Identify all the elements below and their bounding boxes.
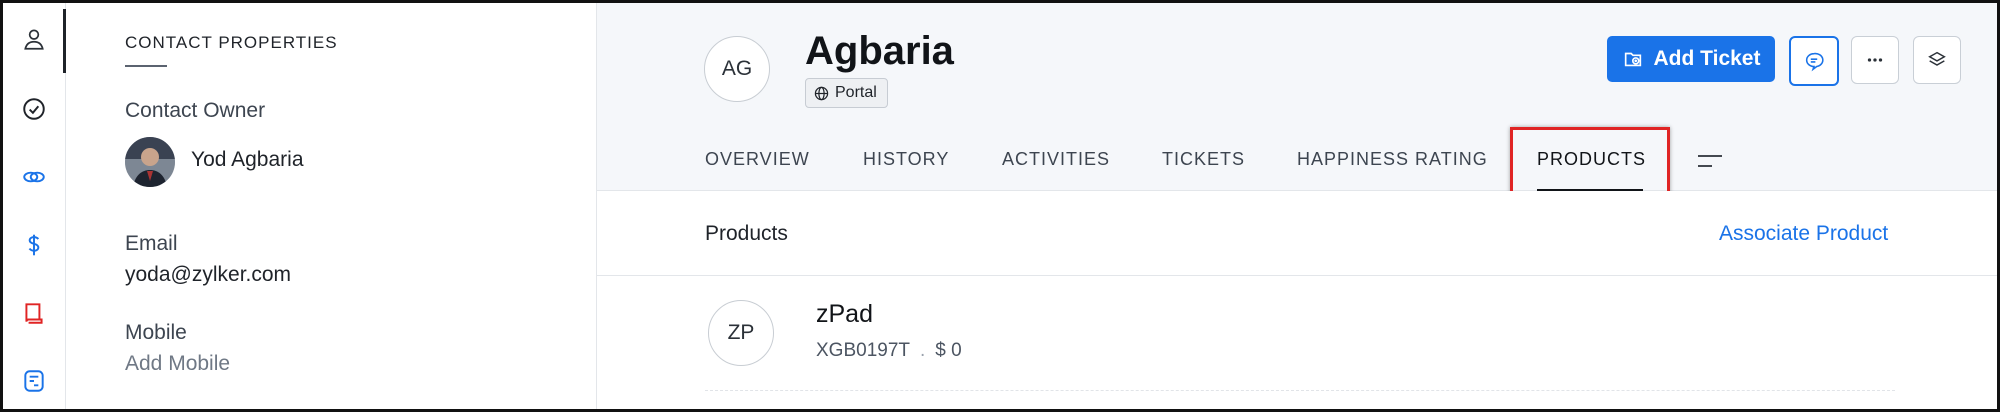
tab-overview[interactable]: OVERVIEW [705, 149, 810, 170]
channel-label: Portal [835, 84, 877, 101]
link-icon [23, 171, 45, 183]
person-icon [24, 29, 44, 50]
layers-icon [1928, 51, 1946, 66]
tab-history[interactable]: HISTORY [863, 149, 949, 170]
contact-header: AG Agbaria Portal Add Ticket OVERVIEW HI… [597, 3, 1997, 191]
owner-photo-icon [125, 137, 175, 187]
list-item[interactable]: ZP zPad XGB0197T. $ 0 [597, 276, 1997, 409]
dollar-icon [28, 234, 40, 256]
add-mobile-field[interactable]: Add Mobile [125, 352, 230, 376]
contact-properties-panel: CONTACT PROPERTIES Contact Owner Yod Agb… [66, 3, 597, 409]
tab-tickets[interactable]: TICKETS [1162, 149, 1245, 170]
panel-title: CONTACT PROPERTIES [125, 33, 338, 52]
icon-rail [3, 3, 66, 409]
product-avatar: ZP [708, 300, 774, 366]
row-divider [705, 390, 1895, 391]
add-ticket-button[interactable]: Add Ticket [1607, 36, 1775, 82]
product-meta: XGB0197T. $ 0 [816, 340, 962, 362]
rail-deals[interactable] [3, 215, 65, 275]
associate-product-link[interactable]: Associate Product [1719, 222, 1888, 246]
contact-name: Agbaria [805, 29, 954, 73]
rail-contacts[interactable] [3, 9, 66, 73]
meta-separator: . [920, 340, 926, 361]
add-ticket-icon [1624, 52, 1641, 67]
layers-button[interactable] [1913, 36, 1961, 84]
add-ticket-label: Add Ticket [1653, 47, 1761, 70]
main-content: AG Agbaria Portal Add Ticket OVERVIEW HI… [597, 3, 1997, 409]
ellipsis-icon [1867, 58, 1883, 62]
tab-happiness-rating[interactable]: HAPPINESS RATING [1297, 149, 1488, 170]
route-icon [24, 370, 44, 392]
rail-links[interactable] [3, 147, 65, 207]
contact-avatar[interactable]: AG [704, 36, 770, 102]
products-section-header: Products Associate Product [597, 191, 1997, 276]
globe-icon [814, 86, 829, 100]
book-icon [25, 303, 43, 324]
product-name[interactable]: zPad [816, 300, 873, 329]
more-tabs-icon[interactable] [1697, 151, 1723, 171]
tab-activities[interactable]: ACTIVITIES [1002, 149, 1110, 170]
rail-tasks[interactable] [3, 79, 65, 139]
chat-icon [1805, 52, 1824, 72]
owner-avatar[interactable] [125, 137, 175, 187]
chat-button[interactable] [1789, 36, 1839, 86]
more-options-button[interactable] [1851, 36, 1899, 84]
rail-workflows[interactable] [3, 351, 65, 409]
section-title: Products [705, 222, 788, 245]
product-price: $ 0 [935, 340, 962, 361]
contact-tabs: OVERVIEW HISTORY ACTIVITIES TICKETS HAPP… [597, 143, 1997, 191]
contact-owner-label: Contact Owner [125, 99, 266, 122]
email-value[interactable]: yoda@zylker.com [125, 263, 291, 287]
mobile-label: Mobile [125, 321, 187, 344]
panel-title-underline [125, 65, 167, 67]
contact-owner-name[interactable]: Yod Agbaria [191, 148, 304, 172]
check-circle-icon [23, 98, 45, 120]
rail-knowledge-base[interactable] [3, 283, 65, 343]
channel-badge: Portal [805, 78, 888, 108]
email-label: Email [125, 232, 178, 255]
app-frame: CONTACT PROPERTIES Contact Owner Yod Agb… [0, 0, 2000, 412]
product-code: XGB0197T [816, 340, 910, 361]
